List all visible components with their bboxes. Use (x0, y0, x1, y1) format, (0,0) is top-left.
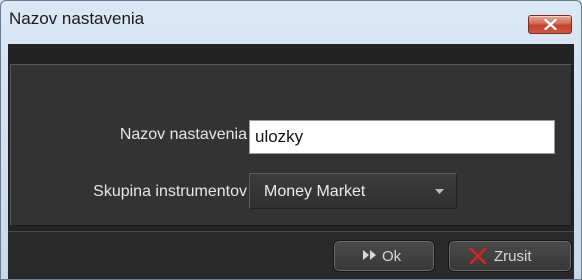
group-dropdown[interactable]: Money Market (249, 173, 457, 209)
ok-button[interactable]: Ok (333, 240, 435, 272)
ok-label: Ok (382, 248, 402, 265)
dropdown-arrow-icon (435, 189, 444, 194)
red-x-icon (469, 247, 487, 265)
settings-panel: Nazov nastavenia Skupina instrumentov Mo… (10, 64, 572, 226)
cancel-label: Zrusit (494, 248, 532, 265)
dialog-body: Nazov nastavenia Skupina instrumentov Mo… (8, 44, 574, 279)
button-bar: Ok Zrusit (8, 231, 574, 279)
group-label: Skupina instrumentov (93, 183, 247, 200)
name-label: Nazov nastavenia (119, 126, 247, 143)
window-title: Nazov nastavenia (9, 9, 145, 28)
close-x-icon (544, 19, 557, 30)
fast-forward-icon (363, 250, 376, 260)
cancel-button[interactable]: Zrusit (448, 240, 572, 272)
title-bar[interactable]: Nazov nastavenia (1, 1, 581, 37)
dialog-window: Nazov nastavenia Nazov nastavenia Skupin… (0, 0, 582, 280)
group-selected-value: Money Market (264, 183, 366, 200)
close-button[interactable] (528, 15, 572, 34)
name-input[interactable] (249, 120, 555, 154)
